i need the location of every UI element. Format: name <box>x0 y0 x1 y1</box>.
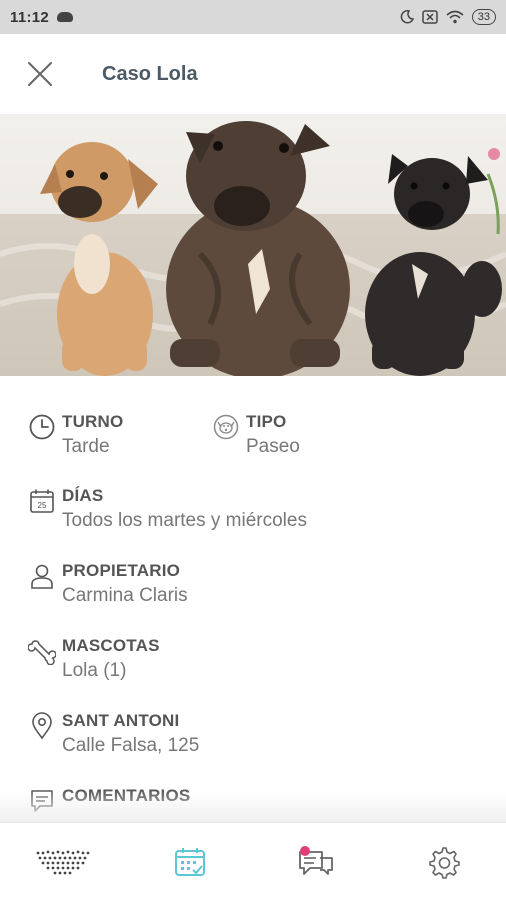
sim-off-icon <box>422 10 438 24</box>
wifi-icon <box>446 10 464 24</box>
battery-indicator: 33 <box>471 9 496 25</box>
moon-icon <box>400 10 414 24</box>
turno-value: Tarde <box>62 436 110 457</box>
close-button[interactable] <box>0 34 80 114</box>
clock-icon <box>29 414 55 440</box>
location-pin-icon <box>32 712 52 740</box>
nav-calendar[interactable] <box>155 832 225 892</box>
mascotas-value: Lola (1) <box>62 660 127 681</box>
scroll-fade <box>0 790 506 822</box>
gear-icon <box>428 846 460 879</box>
mascotas-label: MASCOTAS <box>62 636 160 655</box>
mascotas-row: MASCOTAS Lola (1) <box>28 636 160 682</box>
cloud-icon <box>57 12 74 22</box>
person-icon <box>31 564 53 589</box>
propietario-value: Carmina Claris <box>62 585 188 606</box>
dias-row: 25 DÍAS Todos los martes y miércoles <box>28 486 307 532</box>
status-bar: 11:12 33 <box>0 0 506 34</box>
direccion-row[interactable]: SANT ANTONI Calle Falsa, 125 <box>28 711 199 757</box>
nav-cases-map[interactable] <box>28 832 98 892</box>
bone-icon <box>28 640 56 665</box>
dotted-map-icon <box>36 850 90 874</box>
propietario-label: PROPIETARIO <box>62 561 181 580</box>
dias-label: DÍAS <box>62 486 104 505</box>
direccion-label: SANT ANTONI <box>62 711 180 730</box>
case-details: TURNO Tarde TIPO Paseo 25 DÍAS Todos los… <box>0 376 506 820</box>
turno-row: TURNO Tarde <box>28 412 123 458</box>
notification-badge <box>300 845 311 856</box>
puppies-image <box>0 114 506 376</box>
calendar-icon: 25 <box>30 489 54 513</box>
tipo-row: TIPO Paseo <box>212 412 300 458</box>
app-header: Caso Lola <box>0 34 506 114</box>
status-time: 11:12 <box>10 8 50 26</box>
tipo-label: TIPO <box>246 412 287 431</box>
case-photo <box>0 114 506 376</box>
calendar-check-icon <box>174 847 205 876</box>
close-icon <box>28 62 52 86</box>
dias-value: Todos los martes y miércoles <box>62 510 307 531</box>
page-title: Caso Lola <box>102 62 198 85</box>
direccion-value: Calle Falsa, 125 <box>62 735 200 756</box>
chat-notifications-icon <box>299 845 334 875</box>
nav-messages[interactable] <box>281 832 351 892</box>
status-icons: 33 <box>400 9 496 25</box>
propietario-row: PROPIETARIO Carmina Claris <box>28 561 188 607</box>
calendar-day-number: 25 <box>38 501 47 510</box>
turno-label: TURNO <box>62 412 124 431</box>
nav-settings[interactable] <box>408 832 478 892</box>
dog-face-icon <box>213 414 239 440</box>
bottom-nav <box>0 822 506 900</box>
tipo-value: Paseo <box>246 436 300 457</box>
